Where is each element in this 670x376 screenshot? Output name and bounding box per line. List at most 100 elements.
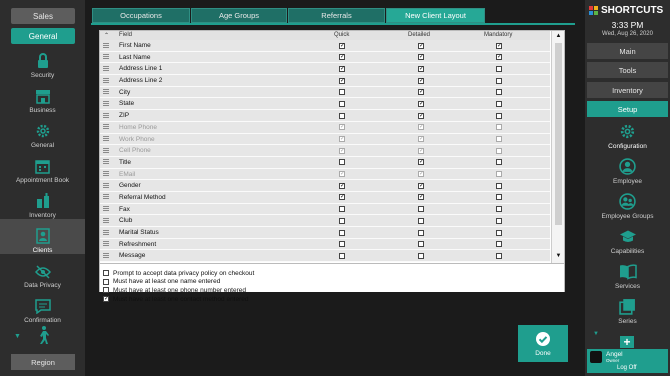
mandatory-checkbox[interactable] [496,229,502,236]
mandatory-checkbox[interactable] [496,112,502,119]
option-checkbox[interactable] [103,278,109,285]
option-item[interactable]: Must have at least one phone number ente… [103,286,246,294]
quick-checkbox[interactable]: ✓ [339,147,345,154]
quick-checkbox[interactable] [339,241,345,248]
quick-checkbox[interactable] [339,217,345,224]
drag-handle-icon[interactable] [103,100,109,107]
sort-chevron-icon[interactable]: ⌃ [104,32,109,39]
detailed-checkbox[interactable] [418,229,424,236]
detailed-checkbox[interactable]: ✓ [418,42,424,49]
quick-checkbox[interactable] [339,159,345,166]
drag-handle-icon[interactable] [103,241,109,248]
drag-handle-icon[interactable] [103,42,109,49]
table-row[interactable]: EMail ✓ ✓ [100,168,550,181]
drag-handle-icon[interactable] [103,65,109,72]
scroll-down-arrow-icon[interactable]: ▼ [593,331,599,337]
tab-new-client-layout[interactable]: New Client Layout [386,8,485,23]
option-checkbox[interactable]: ✓ [103,296,109,303]
drag-handle-icon[interactable] [103,89,109,96]
option-item[interactable]: Must have at least one name entered [103,278,220,286]
table-row[interactable]: City ✓ [100,86,550,99]
detailed-checkbox[interactable]: ✓ [418,89,424,96]
header-detailed[interactable]: Detailed [408,32,430,38]
table-row[interactable]: ZIP ✓ [100,110,550,122]
drag-handle-icon[interactable] [103,136,109,142]
nav-configuration[interactable]: Configuration [585,123,670,150]
nav-data-privacy[interactable]: Data Privacy [0,254,85,289]
detailed-checkbox[interactable]: ✓ [418,112,424,119]
table-row[interactable]: Home Phone ✓ ✓ [100,121,550,134]
option-checkbox[interactable] [103,270,109,276]
nav-employee[interactable]: Employee [585,158,670,185]
option-item[interactable]: Prompt to accept data privacy policy on … [103,269,254,277]
general-tab[interactable]: General [11,28,75,44]
done-button[interactable]: Done [518,325,568,362]
drag-handle-icon[interactable] [103,206,109,213]
mandatory-checkbox[interactable] [496,182,502,189]
nav-general[interactable]: General [0,114,85,149]
drag-handle-icon[interactable] [103,147,109,154]
detailed-checkbox[interactable]: ✓ [418,194,424,201]
drag-handle-icon[interactable] [103,159,109,166]
scroll-thumb[interactable] [555,43,562,225]
table-row[interactable]: Referral Method ✓ ✓ [100,191,550,204]
mandatory-checkbox[interactable] [496,217,502,224]
table-row[interactable]: Address Line 1 ✓ ✓ [100,63,550,76]
header-field[interactable]: Field [119,32,132,38]
table-row[interactable]: Fax [100,203,550,216]
table-row[interactable]: State ✓ [100,98,550,111]
quick-checkbox[interactable] [339,112,345,119]
mandatory-checkbox[interactable] [496,100,502,107]
table-row[interactable]: Title ✓ [100,156,550,169]
detailed-checkbox[interactable]: ✓ [418,171,424,178]
logoff-button[interactable]: Log Off [617,365,637,371]
main-button[interactable]: Main [587,43,668,59]
option-item[interactable]: ✓ Must have at least one contact method e… [103,295,249,303]
table-row[interactable]: Message [100,250,550,263]
inventory-button[interactable]: Inventory [587,82,668,98]
table-row[interactable]: First Name ✓ ✓ ✓ [100,40,550,52]
drag-handle-icon[interactable] [103,124,109,131]
table-row[interactable]: Club [100,215,550,227]
detailed-checkbox[interactable] [418,252,424,259]
option-checkbox[interactable] [103,287,109,294]
mandatory-checkbox[interactable]: ✓ [496,54,502,61]
drag-handle-icon[interactable] [103,229,109,236]
mandatory-checkbox[interactable] [496,136,502,142]
nav-services[interactable]: Services [585,263,670,290]
table-row[interactable]: Last Name ✓ ✓ ✓ [100,51,550,64]
quick-checkbox[interactable] [339,252,345,259]
table-row[interactable]: Gender ✓ ✓ [100,180,550,192]
scroll-down-arrow-icon[interactable]: ▼ [14,333,21,340]
tab-age-groups[interactable]: Age Groups [191,8,287,23]
detailed-checkbox[interactable]: ✓ [418,159,424,166]
drag-handle-icon[interactable] [103,252,109,259]
setup-button[interactable]: Setup [587,101,668,117]
tools-button[interactable]: Tools [587,62,668,78]
quick-checkbox[interactable]: ✓ [339,182,345,189]
detailed-checkbox[interactable]: ✓ [418,147,424,154]
drag-handle-icon[interactable] [103,194,109,201]
region-button[interactable]: Region [11,354,75,370]
mandatory-checkbox[interactable] [496,206,502,213]
quick-checkbox[interactable]: ✓ [339,124,345,131]
nav-inventory[interactable]: Inventory [0,184,85,219]
table-row[interactable]: Address Line 2 ✓ ✓ [100,75,550,87]
detailed-checkbox[interactable]: ✓ [418,65,424,72]
tab-occupations[interactable]: Occupations [92,8,190,23]
scroll-down-icon[interactable]: ▼ [554,253,563,261]
mandatory-checkbox[interactable] [496,171,502,178]
nav-security[interactable]: Security [0,44,85,79]
mandatory-checkbox[interactable] [496,241,502,248]
detailed-checkbox[interactable]: ✓ [418,182,424,189]
sales-button[interactable]: Sales [11,8,75,24]
mandatory-checkbox[interactable] [496,147,502,154]
quick-checkbox[interactable]: ✓ [339,77,345,84]
detailed-checkbox[interactable]: ✓ [418,77,424,84]
drag-handle-icon[interactable] [103,171,109,178]
mandatory-checkbox[interactable] [496,65,502,72]
nav-appointment-book[interactable]: Appointment Book [0,149,85,184]
quick-checkbox[interactable] [339,206,345,213]
mandatory-checkbox[interactable] [496,252,502,259]
quick-checkbox[interactable] [339,89,345,96]
